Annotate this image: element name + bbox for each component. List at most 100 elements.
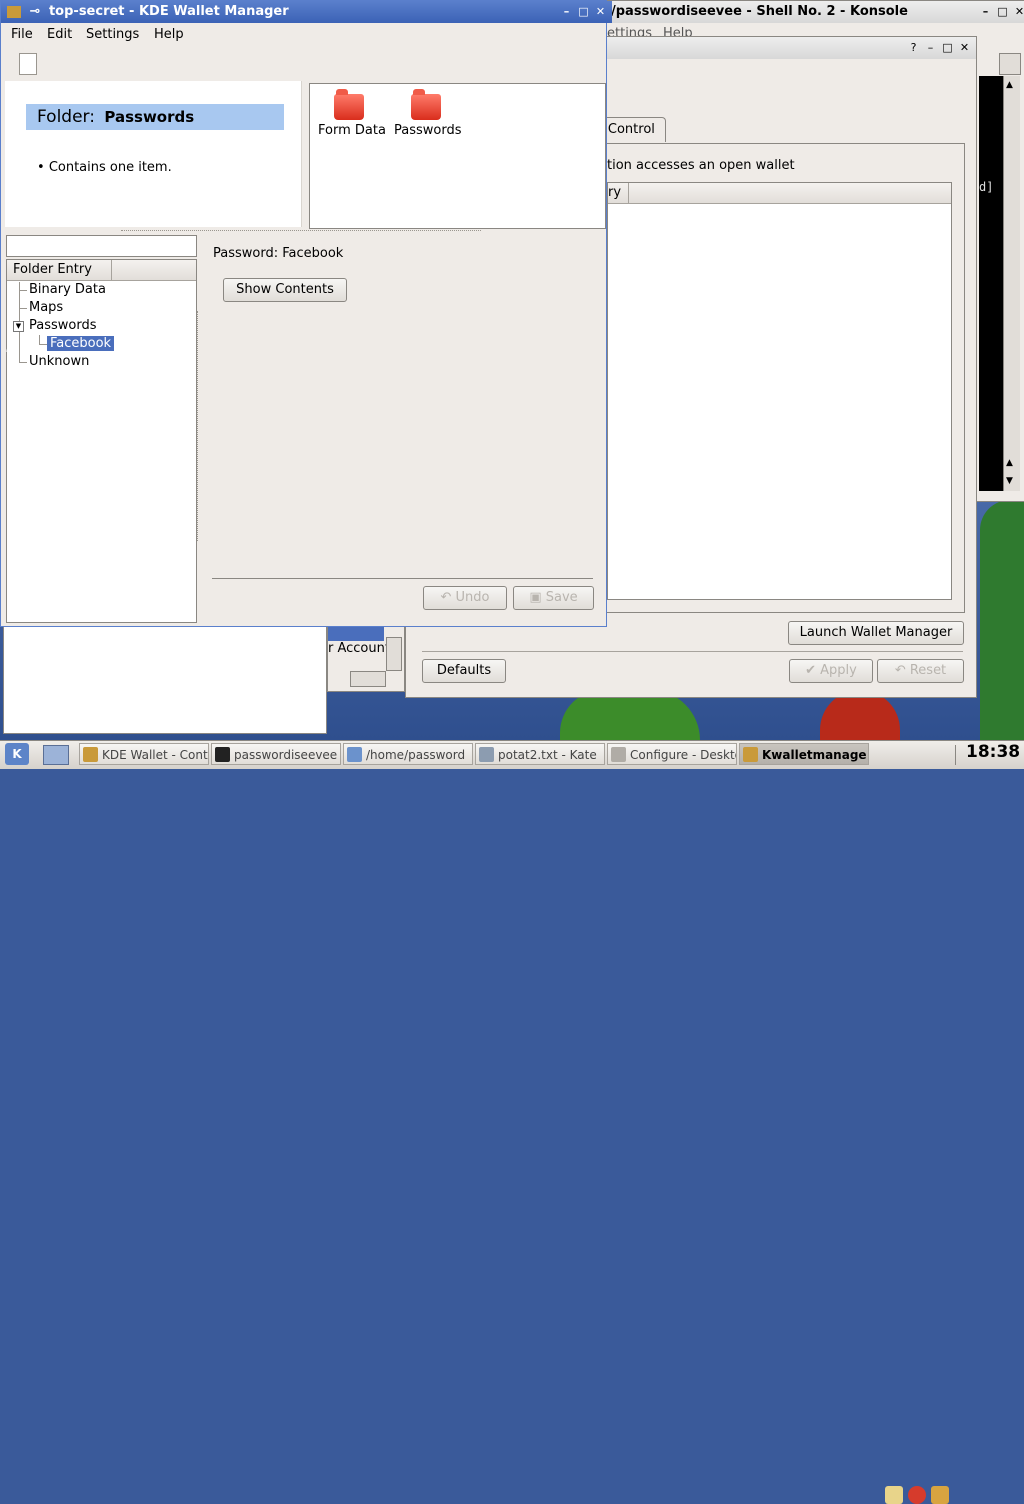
new-document-icon[interactable]: [19, 53, 37, 75]
tree-connector: [19, 308, 27, 309]
entry-title: Password: Facebook: [213, 246, 344, 261]
divider: [955, 745, 956, 765]
save-label: Save: [545, 590, 578, 605]
divider: [212, 578, 593, 579]
minimize-icon[interactable]: –: [559, 4, 574, 19]
pin-icon[interactable]: ⊸: [30, 4, 41, 19]
save-icon: ▣: [529, 590, 546, 605]
tree-item-passwords[interactable]: Passwords: [29, 317, 97, 335]
task-kate[interactable]: potat2.txt - Kate: [475, 743, 605, 765]
kde-menu-icon[interactable]: K: [5, 743, 29, 765]
reset-label: Reset: [909, 663, 947, 678]
divider: [422, 651, 963, 652]
task-label: KDE Wallet - Contro: [102, 748, 209, 762]
task-label: potat2.txt - Kate: [498, 748, 597, 762]
konsole-close-session-icon[interactable]: [999, 53, 1021, 75]
defaults-button[interactable]: Defaults: [422, 659, 506, 683]
clock[interactable]: 18:38: [966, 742, 1020, 762]
help-icon[interactable]: ?: [906, 40, 921, 55]
tree-item-facebook[interactable]: Facebook: [47, 335, 115, 353]
terminal-text: d]: [979, 180, 994, 194]
wallet-manager-window[interactable]: ⊸ top-secret - KDE Wallet Manager – □ ✕ …: [0, 0, 612, 627]
show-contents-button[interactable]: Show Contents: [223, 278, 347, 302]
task-konqueror[interactable]: /home/password: [343, 743, 473, 765]
account-label: r Account: [328, 641, 390, 656]
apply-button: ✔ Apply: [789, 659, 873, 683]
search-input[interactable]: [6, 235, 197, 257]
folder-name: Passwords: [104, 108, 195, 126]
tree-connector: [39, 335, 40, 344]
minimize-icon[interactable]: –: [923, 40, 938, 55]
access-list[interactable]: ry: [607, 182, 952, 600]
scroll-down-icon[interactable]: ▼: [1006, 476, 1013, 486]
bullet-icon: •: [37, 160, 49, 175]
folder-info-panel: • Contains one item.: [5, 81, 302, 227]
launch-wallet-manager-button[interactable]: Launch Wallet Manager: [788, 621, 964, 645]
close-icon[interactable]: ✕: [957, 40, 972, 55]
toolbar: [1, 47, 606, 81]
menubar: File Edit Settings Help: [1, 24, 606, 46]
klipper-tray-icon[interactable]: [885, 1486, 903, 1504]
tree-item-unknown[interactable]: Unknown: [29, 353, 89, 371]
tree-connector: [19, 290, 27, 291]
tree-header-folder: Folder: [13, 262, 54, 277]
hscrollbar[interactable]: [350, 671, 386, 687]
menu-help[interactable]: Help: [154, 27, 184, 42]
folder-note: • Contains one item.: [37, 160, 172, 175]
scroll-up-icon[interactable]: ▲: [1006, 458, 1013, 468]
konsole-titlebar[interactable]: /passwordiseevee - Shell No. 2 - Konsole…: [601, 1, 1024, 23]
folder-form-data-icon[interactable]: [334, 89, 364, 120]
taskbar: K KDE Wallet - Contro passwordiseevee /h…: [0, 740, 1024, 1504]
close-icon[interactable]: ✕: [593, 4, 608, 19]
task-label: passwordiseevee: [234, 748, 338, 762]
folder-passwords-label[interactable]: Passwords: [394, 123, 462, 138]
apply-label: Apply: [820, 663, 857, 678]
tree-header-entry: Entry: [57, 262, 92, 277]
close-icon[interactable]: ✕: [1012, 4, 1024, 19]
entry-detail-pane: Password: Facebook Show Contents ↶ Undo …: [199, 231, 604, 621]
show-desktop-icon[interactable]: [43, 745, 69, 765]
folder-form-data-label[interactable]: Form Data: [318, 123, 386, 138]
tree-item-binary-data[interactable]: Binary Data: [29, 281, 106, 299]
tree-header[interactable]: Folder Entry: [7, 260, 196, 281]
scroll-up-icon[interactable]: ▲: [1006, 80, 1013, 90]
undo-icon: ↶: [894, 663, 910, 678]
task-konsole[interactable]: passwordiseevee: [211, 743, 341, 765]
task-label: Kwalletmanage: [762, 748, 867, 762]
save-button: ▣ Save: [513, 586, 594, 610]
undo-button: ↶ Undo: [423, 586, 507, 610]
tree-item-maps[interactable]: Maps: [29, 299, 63, 317]
wallet-app-icon: [7, 5, 21, 18]
task-configure-desktop[interactable]: Configure - Deskto: [607, 743, 737, 765]
task-label: /home/password: [366, 748, 466, 762]
folder-passwords-icon[interactable]: [411, 89, 441, 120]
background-panel: r Account: [327, 622, 405, 692]
check-icon: ✔: [805, 663, 821, 678]
facebook-label: Facebook: [47, 336, 115, 351]
column-header: ry: [608, 185, 622, 200]
maximize-icon[interactable]: □: [576, 4, 591, 19]
network-tray-icon[interactable]: [908, 1486, 926, 1504]
menu-edit[interactable]: Edit: [47, 27, 72, 42]
access-list-header[interactable]: ry: [608, 183, 951, 204]
konsole-scrollbar[interactable]: ▲ ▲ ▼: [1003, 76, 1020, 491]
wallpaper-green-shape: [980, 500, 1024, 740]
tree-connector: [19, 362, 27, 363]
access-description: tion accesses an open wallet: [607, 158, 795, 173]
maximize-icon[interactable]: □: [995, 4, 1010, 19]
reset-button: ↶ Reset: [877, 659, 964, 683]
folder-header: Folder: Passwords: [26, 104, 284, 130]
wallet-titlebar[interactable]: ⊸ top-secret - KDE Wallet Manager – □ ✕: [1, 1, 612, 23]
task-kde-wallet-control[interactable]: KDE Wallet - Contro: [79, 743, 209, 765]
scrollbar[interactable]: [386, 637, 402, 671]
folder-note-text: Contains one item.: [48, 160, 172, 175]
folder-icon-view[interactable]: Form Data Passwords: [309, 83, 606, 229]
menu-file[interactable]: File: [11, 27, 33, 42]
task-kwalletmanager[interactable]: Kwalletmanage: [739, 743, 869, 765]
minimize-icon[interactable]: –: [978, 4, 993, 19]
entry-tree[interactable]: Folder Entry Binary Data Maps ▼ Password…: [6, 259, 197, 623]
maximize-icon[interactable]: □: [940, 40, 955, 55]
collapse-arrow-icon[interactable]: ▼: [13, 321, 24, 332]
wallet-tray-icon[interactable]: [931, 1486, 949, 1504]
menu-settings[interactable]: Settings: [86, 27, 139, 42]
